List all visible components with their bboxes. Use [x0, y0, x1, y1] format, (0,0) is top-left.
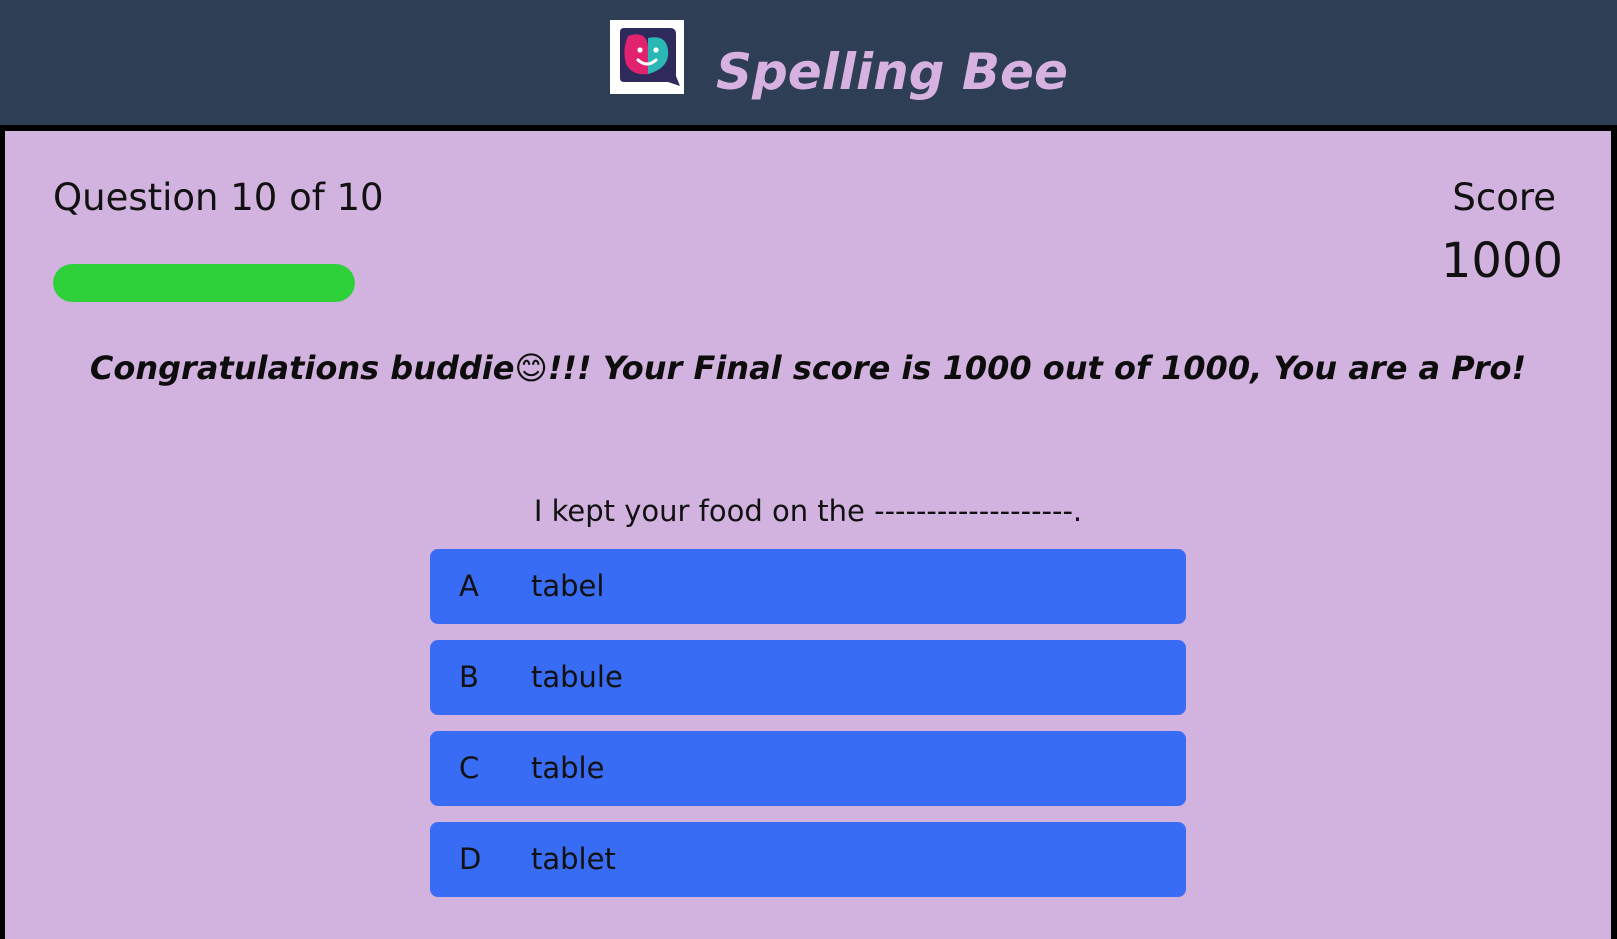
option-text: tabule: [531, 660, 623, 694]
question-text: I kept your food on the ----------------…: [533, 494, 1083, 528]
progress-fill: [53, 264, 355, 302]
quiz-panel: Question 10 of 10 Score 1000 Congratulat…: [5, 131, 1611, 939]
app-logo: [610, 20, 684, 94]
score-label: Score: [1452, 176, 1556, 219]
final-message: Congratulations buddie😊!!! Your Final sc…: [89, 349, 1527, 387]
option-a-button[interactable]: A tabel: [430, 549, 1186, 624]
app-header: Spelling Bee: [0, 0, 1617, 125]
option-letter: B: [459, 660, 479, 694]
answer-options: A tabel B tabule C table D tablet: [430, 549, 1186, 913]
option-text: table: [531, 751, 605, 785]
progress-bar: [53, 264, 355, 302]
option-letter: D: [459, 842, 482, 876]
app-title: Spelling Bee: [716, 43, 1068, 101]
option-text: tabel: [531, 569, 605, 603]
option-d-button[interactable]: D tablet: [430, 822, 1186, 897]
chat-faces-logo-icon: [620, 28, 680, 86]
option-text: tablet: [531, 842, 616, 876]
option-b-button[interactable]: B tabule: [430, 640, 1186, 715]
option-c-button[interactable]: C table: [430, 731, 1186, 806]
question-counter: Question 10 of 10: [53, 176, 384, 219]
score-value: 1000: [1440, 233, 1563, 289]
option-letter: C: [459, 751, 480, 785]
option-letter: A: [459, 569, 479, 603]
